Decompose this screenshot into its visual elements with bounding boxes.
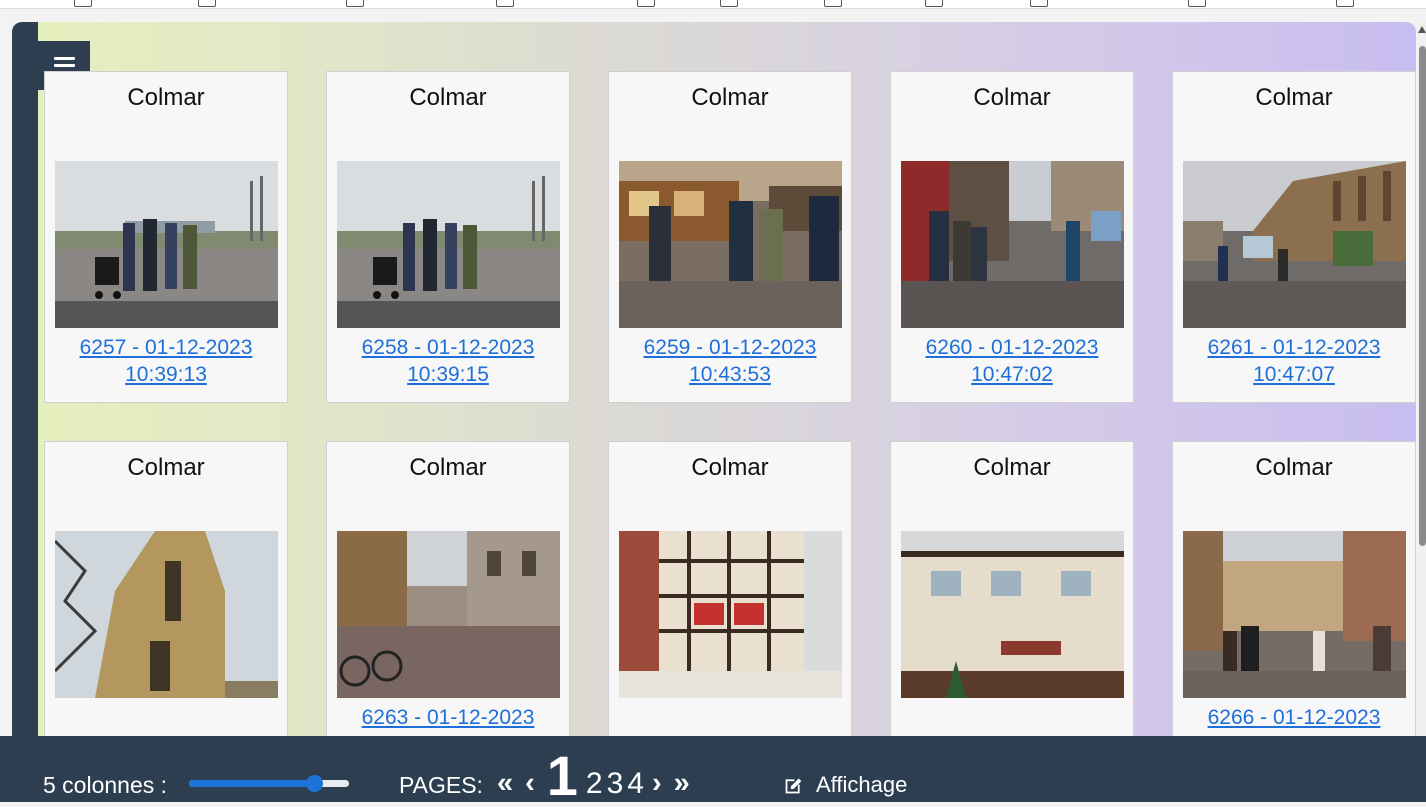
photo-card: Colmar 6257 - 01-12-2023 10:39:13 — [44, 71, 288, 403]
card-title: Colmar — [691, 84, 769, 111]
slider-fill — [189, 780, 314, 787]
photo-timber-house-icon[interactable] — [619, 531, 842, 698]
photo-caption-link[interactable]: 6260 - 01-12-2023 10:47:02 — [891, 334, 1133, 388]
page-link[interactable]: 2 — [586, 769, 603, 799]
scroll-up-icon[interactable] — [1418, 26, 1426, 33]
photo-grid: Colmar 6257 - 01-12-2023 10:39:13 Colmar… — [44, 71, 1416, 773]
sidebar — [12, 22, 38, 802]
photo-card: Colmar — [608, 441, 852, 773]
vertical-scrollbar[interactable] — [1417, 22, 1426, 742]
gallery-frame: Colmar 6257 - 01-12-2023 10:39:13 Colmar… — [12, 22, 1416, 802]
photo-caption-link[interactable]: 6259 - 01-12-2023 10:43:53 — [609, 334, 851, 388]
prev-page-button[interactable]: ‹ — [525, 769, 535, 798]
footer-toolbar: 5 colonnes : PAGES: « ‹ 1 2 3 4 › » Affi… — [0, 736, 1426, 804]
pages-label: PAGES: — [399, 772, 483, 798]
photo-card: Colmar 6259 - 01-12-2023 10:43:53 — [608, 71, 852, 403]
card-title: Colmar — [1255, 454, 1333, 481]
card-title: Colmar — [691, 454, 769, 481]
photo-church-square-icon[interactable] — [1183, 161, 1406, 328]
page-link[interactable]: 4 — [627, 769, 644, 799]
card-title: Colmar — [409, 84, 487, 111]
photo-card: Colmar 6258 - 01-12-2023 10:39:15 — [326, 71, 570, 403]
photo-church-tower-icon[interactable] — [55, 531, 278, 698]
photo-card: Colmar 6263 - 01-12-2023 — [326, 441, 570, 773]
card-title: Colmar — [973, 84, 1051, 111]
photo-caption-link[interactable]: 6261 - 01-12-2023 10:47:07 — [1173, 334, 1415, 388]
hamburger-icon — [54, 57, 75, 60]
photo-street-bikes-icon[interactable] — [337, 531, 560, 698]
card-title: Colmar — [127, 84, 205, 111]
photo-caption-link[interactable]: 6257 - 01-12-2023 10:39:13 — [45, 334, 287, 388]
photo-caption-link[interactable]: 6266 - 01-12-2023 — [1173, 704, 1415, 731]
columns-label: 5 colonnes : — [43, 772, 168, 798]
page-link[interactable]: 3 — [607, 769, 624, 799]
photo-card: Colmar — [890, 441, 1134, 773]
photo-group-square-icon[interactable] — [337, 161, 560, 328]
first-page-button[interactable]: « — [497, 769, 513, 798]
photo-group-square-icon[interactable] — [55, 161, 278, 328]
card-title: Colmar — [1255, 84, 1333, 111]
next-page-button[interactable]: › — [652, 769, 662, 798]
pagination: PAGES: « ‹ 1 2 3 4 › » — [399, 748, 696, 804]
current-page[interactable]: 1 — [547, 748, 578, 804]
photo-caption-link[interactable]: 6263 - 01-12-2023 — [327, 704, 569, 731]
edit-icon — [785, 778, 802, 793]
photo-card: Colmar 6260 - 01-12-2023 10:47:02 — [890, 71, 1134, 403]
photo-street-icon[interactable] — [901, 161, 1124, 328]
photo-card: Colmar 6266 - 01-12-2023 — [1172, 441, 1416, 773]
card-title: Colmar — [409, 454, 487, 481]
card-title: Colmar — [127, 454, 205, 481]
last-page-button[interactable]: » — [674, 769, 690, 798]
browser-bookmarks-strip — [0, 0, 1426, 9]
display-settings-label: Affichage — [816, 772, 908, 797]
photo-card: Colmar — [44, 441, 288, 773]
display-settings-button[interactable]: Affichage — [783, 772, 907, 798]
photo-restaurant-icon[interactable] — [901, 531, 1124, 698]
photo-market-icon[interactable] — [619, 161, 842, 328]
photo-crowd-street-icon[interactable] — [1183, 531, 1406, 698]
card-title: Colmar — [973, 454, 1051, 481]
slider-thumb[interactable] — [305, 775, 323, 792]
columns-slider[interactable] — [189, 775, 349, 792]
photo-caption-link[interactable]: 6258 - 01-12-2023 10:39:15 — [327, 334, 569, 388]
scrollbar-thumb[interactable] — [1419, 46, 1426, 546]
photo-card: Colmar 6261 - 01-12-2023 10:47:07 — [1172, 71, 1416, 403]
